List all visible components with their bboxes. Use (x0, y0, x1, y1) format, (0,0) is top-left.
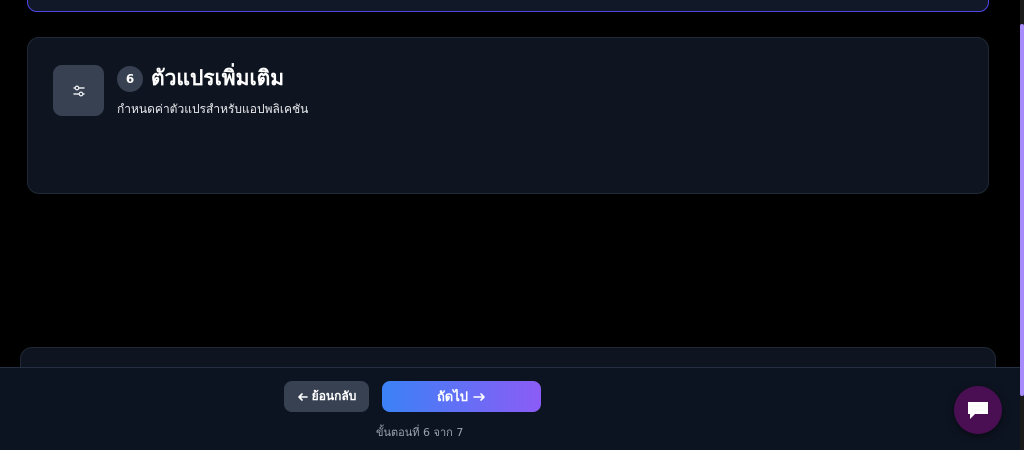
step-subtitle: กำหนดค่าตัวแปรสำหรับแอปพลิเคชัน (117, 102, 309, 116)
next-button-label: ถัดไป (436, 390, 469, 405)
step-progress-text: ขั้นตอนที่ 6 จาก 7 (376, 426, 464, 439)
step-title: ตัวแปรเพิ่มเติม (151, 66, 285, 90)
step-card: 6 ตัวแปรเพิ่มเติม กำหนดค่าตัวแปรสำหรับแอ… (27, 37, 989, 194)
back-button-label: ย้อนกลับ (311, 389, 357, 403)
next-button[interactable]: ถัดไป (382, 381, 541, 412)
chat-bubble-icon (968, 402, 988, 419)
chat-widget-button[interactable] (954, 386, 1002, 434)
arrow-right-icon (473, 392, 485, 401)
arrow-left-icon (297, 392, 308, 401)
wizard-navigation-bar: ย้อนกลับ ถัดไป ขั้นตอนที่ 6 จาก 7 (0, 367, 1020, 450)
step-icon-container (53, 65, 104, 116)
sliders-icon (72, 85, 85, 96)
scrollbar-thumb[interactable] (1020, 24, 1024, 396)
back-button[interactable]: ย้อนกลับ (284, 381, 369, 412)
page: 6 ตัวแปรเพิ่มเติม กำหนดค่าตัวแปรสำหรับแอ… (0, 0, 1024, 450)
previous-step-card (27, 0, 989, 12)
step-number-badge: 6 (117, 66, 143, 92)
